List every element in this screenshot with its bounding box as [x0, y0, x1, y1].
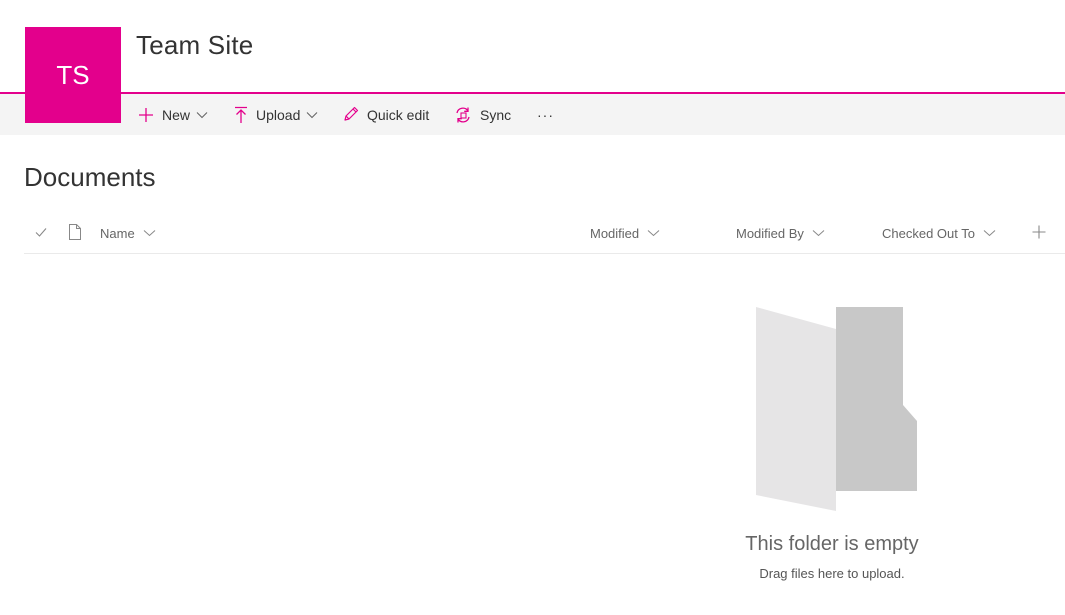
modified-by-column-label: Modified By: [736, 225, 804, 241]
upload-button[interactable]: Upload: [234, 94, 318, 135]
site-logo[interactable]: TS: [25, 27, 121, 123]
modified-column-label: Modified: [590, 225, 640, 241]
modified-by-column-header[interactable]: Modified By: [736, 213, 825, 253]
sync-icon: [454, 106, 472, 124]
plus-icon: [1032, 225, 1046, 242]
more-options-button[interactable]: ···: [537, 94, 554, 135]
select-all-checkbox[interactable]: [34, 213, 48, 253]
checkmark-icon: [34, 226, 48, 241]
pencil-icon: [342, 106, 359, 123]
new-button-label: New: [162, 106, 191, 123]
command-bar: New Upload Quick edit Sync ···: [0, 94, 1065, 135]
ellipsis-icon: ···: [537, 106, 554, 123]
document-icon: [68, 223, 82, 243]
empty-folder-state: This folder is empty Drag files here to …: [0, 300, 1065, 600]
name-column-label: Name: [100, 225, 135, 241]
modified-column-header[interactable]: Modified: [590, 213, 660, 253]
site-header: TS Team Site New Upload Quick edit Sync …: [0, 0, 1065, 135]
add-column-button[interactable]: [1032, 213, 1046, 253]
chevron-down-icon: [196, 111, 208, 119]
checked-out-to-column-header[interactable]: Checked Out To: [882, 213, 996, 253]
library-title: Documents: [24, 162, 156, 192]
empty-folder-title: This folder is empty: [745, 533, 919, 555]
chevron-down-icon: [306, 111, 318, 119]
chevron-down-icon: [983, 229, 996, 237]
chevron-down-icon: [812, 229, 825, 237]
checked-out-to-column-label: Checked Out To: [882, 225, 975, 241]
sync-button[interactable]: Sync: [454, 94, 511, 135]
upload-icon: [234, 106, 248, 124]
sync-button-label: Sync: [480, 106, 512, 123]
quick-edit-button[interactable]: Quick edit: [342, 94, 429, 135]
quick-edit-button-label: Quick edit: [367, 106, 430, 123]
upload-button-label: Upload: [256, 106, 301, 123]
site-title[interactable]: Team Site: [136, 30, 253, 61]
name-column-header[interactable]: Name: [100, 213, 156, 253]
folder-icon: [752, 305, 920, 518]
chevron-down-icon: [143, 229, 156, 237]
file-type-column-header[interactable]: [68, 213, 82, 253]
column-header-row: Name Modified Modified By Checked Out To: [24, 213, 1065, 254]
chevron-down-icon: [647, 229, 660, 237]
empty-folder-subtitle: Drag files here to upload.: [759, 566, 905, 581]
plus-icon: [138, 107, 154, 123]
new-button[interactable]: New: [138, 94, 208, 135]
